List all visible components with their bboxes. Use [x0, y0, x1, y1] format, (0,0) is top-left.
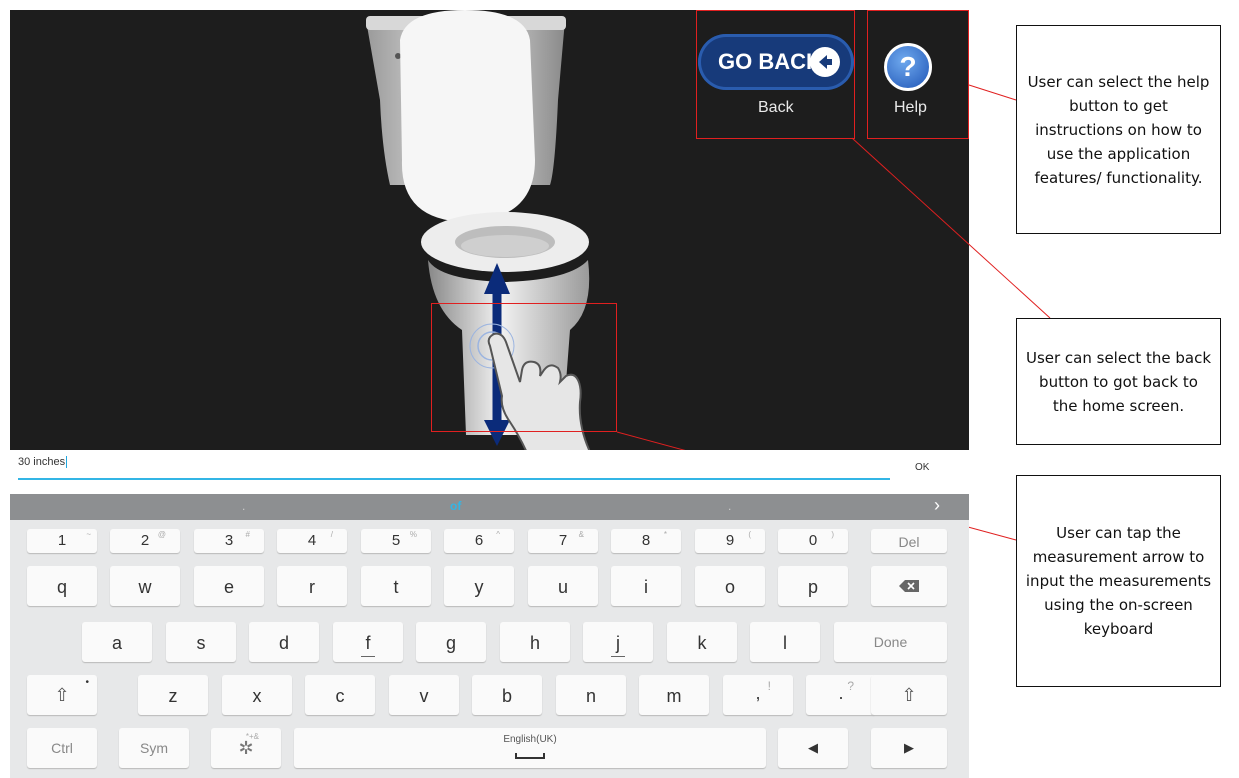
ctrl-key[interactable]: Ctrl [27, 728, 97, 768]
key-p[interactable]: p [778, 566, 848, 606]
ok-button[interactable]: OK [915, 462, 929, 473]
key-l[interactable]: l [750, 622, 820, 662]
left-arrow-key-icon: ◀ [808, 740, 818, 755]
key-5[interactable]: 5% [361, 529, 431, 553]
key-m[interactable]: m [639, 675, 709, 715]
space-icon [515, 753, 545, 759]
key-8[interactable]: 8 * [611, 529, 681, 553]
space-bar[interactable]: English(UK) [294, 728, 766, 768]
suggestion-item[interactable]: of [450, 499, 461, 513]
backspace-key[interactable] [871, 566, 947, 606]
key-7[interactable]: 7 & [528, 529, 598, 553]
suggestion-bar: . of . › [10, 494, 969, 520]
suggestion-more-icon[interactable]: › [934, 495, 940, 516]
key-w[interactable]: w [110, 566, 180, 606]
done-key[interactable]: Done [834, 622, 947, 662]
key-y[interactable]: y [444, 566, 514, 606]
key-u[interactable]: u [528, 566, 598, 606]
delete-key[interactable]: Del [871, 529, 947, 553]
key-h[interactable]: h [500, 622, 570, 662]
shift-icon: ⇧ [54, 685, 70, 705]
shift-key-right[interactable]: ⇧ [871, 675, 947, 715]
cursor-left-key[interactable]: ◀ [778, 728, 848, 768]
key-comma[interactable]: ,! [723, 675, 793, 715]
key-v[interactable]: v [389, 675, 459, 715]
cursor-right-key[interactable]: ▶ [871, 728, 947, 768]
right-arrow-key-icon: ▶ [904, 740, 914, 755]
key-n[interactable]: n [556, 675, 626, 715]
backspace-icon [899, 580, 919, 592]
key-c[interactable]: c [305, 675, 375, 715]
key-k[interactable]: k [667, 622, 737, 662]
key-3[interactable]: 3 # [194, 529, 264, 553]
back-annotation: User can select the back button to got b… [1016, 318, 1221, 445]
key-o[interactable]: o [695, 566, 765, 606]
suggestion-item[interactable]: . [728, 499, 731, 513]
key-g[interactable]: g [416, 622, 486, 662]
key-0[interactable]: 0) [778, 529, 848, 553]
key-i[interactable]: i [611, 566, 681, 606]
key-j[interactable]: j [583, 622, 653, 662]
key-z[interactable]: z [138, 675, 208, 715]
key-period[interactable]: .? [806, 675, 876, 715]
sym-key[interactable]: Sym [119, 728, 189, 768]
measurement-input[interactable]: 30 inches [18, 456, 68, 469]
suggestion-item[interactable]: . [242, 499, 245, 513]
key-6[interactable]: 6 ^ [444, 529, 514, 553]
language-label: English(UK) [503, 734, 557, 745]
key-f[interactable]: f [333, 622, 403, 662]
measure-annotation: User can tap the measurement arrow to in… [1016, 475, 1221, 687]
key-2[interactable]: 2 @ [110, 529, 180, 553]
shift-key-left[interactable]: ⇧ • [27, 675, 97, 715]
key-b[interactable]: b [472, 675, 542, 715]
key-d[interactable]: d [249, 622, 319, 662]
key-e[interactable]: e [194, 566, 264, 606]
key-a[interactable]: a [82, 622, 152, 662]
key-4[interactable]: 4/ [277, 529, 347, 553]
key-9[interactable]: 9( [695, 529, 765, 553]
key-r[interactable]: r [277, 566, 347, 606]
key-1[interactable]: 1 ~ [27, 529, 97, 553]
key-q[interactable]: q [27, 566, 97, 606]
gear-icon: ✲ [238, 738, 254, 758]
measurement-input-row: 30 inches OK [10, 450, 969, 494]
onscreen-keyboard: 1 ~ 2 @ 3 # 4/ 5% 6 ^ 7 & 8 * 9( 0) Del q w e … [10, 520, 969, 778]
settings-key[interactable]: ✲ *+& [211, 728, 281, 768]
key-s[interactable]: s [166, 622, 236, 662]
shift-icon: ⇧ [901, 685, 917, 705]
key-t[interactable]: t [361, 566, 431, 606]
help-annotation: User can select the help button to get i… [1016, 25, 1221, 234]
key-x[interactable]: x [222, 675, 292, 715]
input-underline [18, 478, 890, 480]
